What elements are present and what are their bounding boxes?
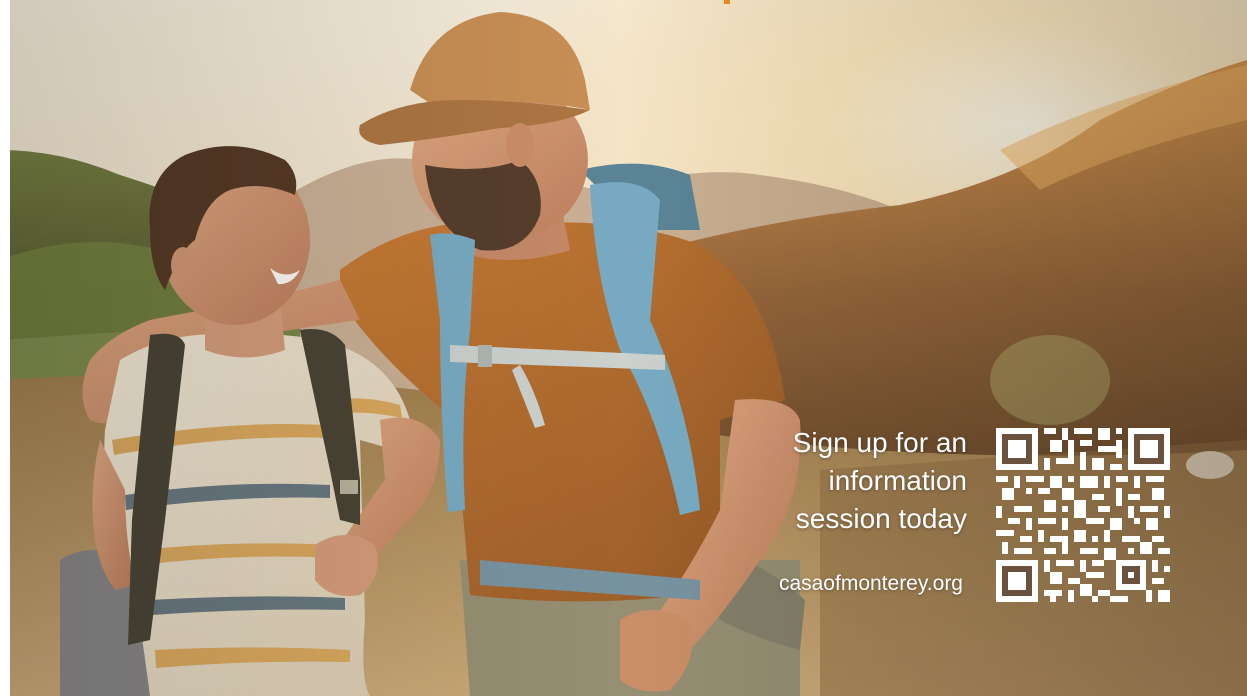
cta-line-2: information xyxy=(828,465,967,496)
website-url[interactable]: casaofmonterey.org xyxy=(779,570,963,598)
call-to-action: Sign up for an information session today xyxy=(707,424,967,538)
accent-mark xyxy=(724,0,730,4)
cta-line-1: Sign up for an xyxy=(792,427,967,458)
cta-line-3: session today xyxy=(795,503,967,534)
left-border xyxy=(0,0,10,696)
advertisement-banner: Sign up for an information session today… xyxy=(0,0,1247,696)
qr-code-icon[interactable] xyxy=(996,428,1170,602)
